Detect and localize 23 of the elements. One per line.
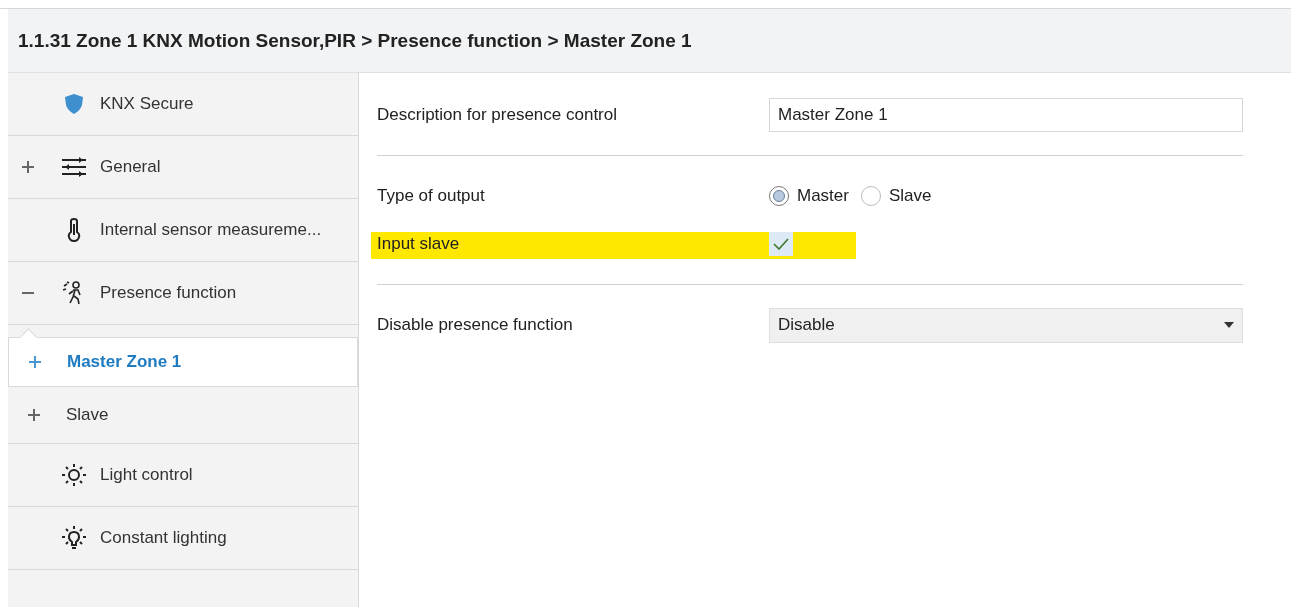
lightbulb-icon xyxy=(61,526,87,550)
setting-label: Input slave xyxy=(377,234,461,254)
setting-label: Disable presence function xyxy=(377,315,574,335)
tree-item[interactable]: Master Zone 1 xyxy=(8,337,358,387)
setting-label: Description for presence control xyxy=(377,105,618,125)
thermometer-icon xyxy=(67,218,81,242)
text-field[interactable]: Master Zone 1 xyxy=(769,98,1243,132)
plus-icon[interactable] xyxy=(28,409,40,421)
checkmark-icon xyxy=(773,238,789,250)
sun-icon xyxy=(61,463,87,487)
setting-label: Type of output xyxy=(377,186,486,206)
caret-icon xyxy=(1224,322,1234,328)
radio-button[interactable] xyxy=(769,186,789,206)
sliders-icon xyxy=(61,157,87,177)
dropdown[interactable]: Disable xyxy=(769,307,1243,343)
checkbox[interactable] xyxy=(769,232,793,256)
radio-button[interactable] xyxy=(860,186,881,206)
breadcrumb-title: 1.1.31 Zone 1 KNX Motion Sensor,PIR > Presence function > Master Zone 1 xyxy=(17,29,692,52)
shield-icon xyxy=(64,93,84,115)
radio-option[interactable]: Master xyxy=(769,186,849,206)
plus-icon[interactable] xyxy=(29,356,41,368)
plus-icon[interactable] xyxy=(22,161,34,173)
radio-option[interactable]: Slave xyxy=(860,186,932,206)
